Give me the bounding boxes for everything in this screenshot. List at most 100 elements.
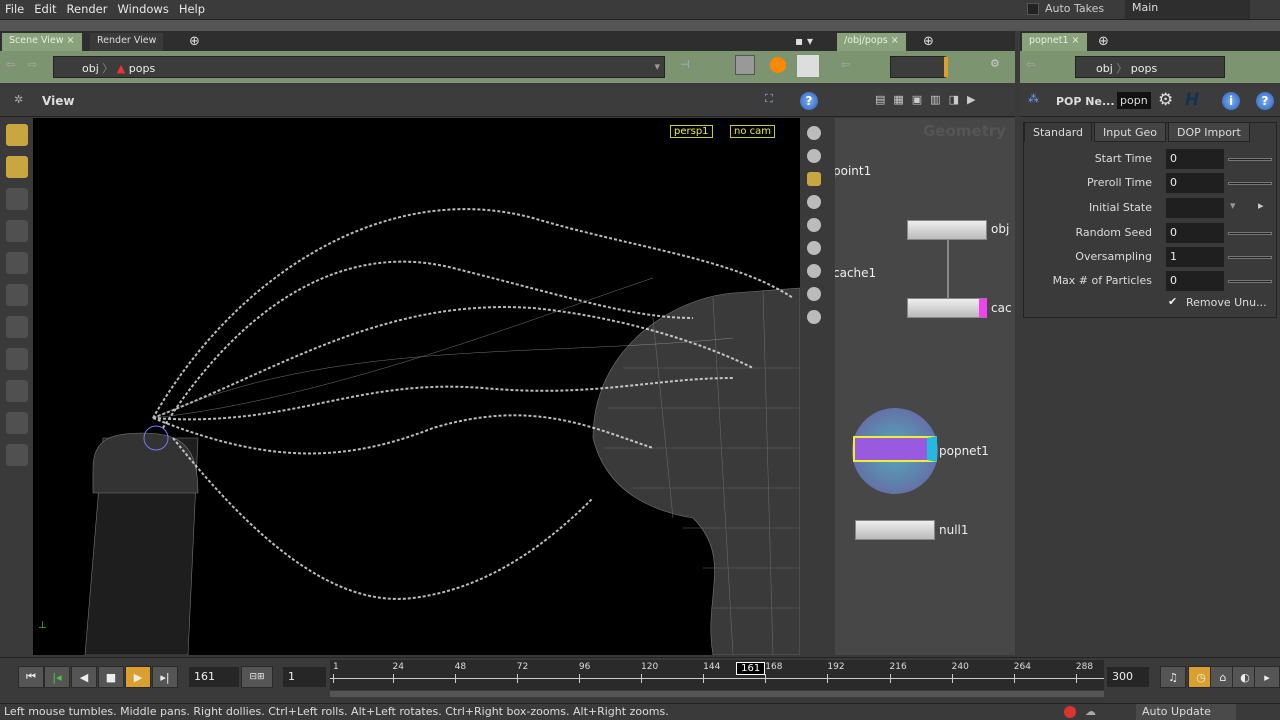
point-icon[interactable] <box>807 218 821 232</box>
magnet-red-icon[interactable] <box>5 412 28 434</box>
node-popnet[interactable] <box>853 436 937 462</box>
preroll-time-slider[interactable] <box>1228 182 1272 185</box>
error-icon[interactable] <box>1064 706 1076 718</box>
max-particles-slider[interactable] <box>1228 280 1272 283</box>
menu-help[interactable]: Help <box>174 0 210 18</box>
play-button[interactable]: ▶ <box>125 666 151 688</box>
take-select[interactable]: Main <box>1125 0 1250 19</box>
help-icon[interactable]: ? <box>800 92 818 110</box>
step-back-button[interactable]: |◂ <box>44 666 70 688</box>
sphere-tool-icon[interactable] <box>5 316 28 338</box>
camera-tool-icon[interactable] <box>5 444 28 466</box>
tab-params[interactable]: popnet1 × <box>1022 33 1087 51</box>
render-icon[interactable] <box>770 57 786 73</box>
gear-icon[interactable]: ⚙ <box>1158 90 1173 110</box>
jump-start-button[interactable]: ⏮ <box>18 666 44 688</box>
snapshot-icon[interactable] <box>807 310 821 324</box>
gear-icon[interactable]: ⚙ <box>990 57 1000 70</box>
maximize-icon[interactable]: ▪ ▾ <box>795 34 813 48</box>
range-scrollbar[interactable] <box>330 691 1104 697</box>
chevron-down-icon[interactable]: ▾ <box>654 60 660 73</box>
stop-button[interactable]: ■ <box>98 666 124 688</box>
add-tab-icon[interactable]: ⊕ <box>923 34 934 49</box>
add-tab-icon[interactable]: ⊕ <box>189 34 200 49</box>
operator-name-field[interactable]: popn <box>1117 92 1151 109</box>
options-icon[interactable]: ▸ <box>1254 666 1280 688</box>
paint-tool-icon[interactable] <box>5 348 28 370</box>
menu-file[interactable]: File <box>0 0 29 18</box>
path-obj[interactable]: obj <box>82 62 99 75</box>
max-particles-field[interactable]: 0 <box>1166 271 1224 291</box>
ghost-icon[interactable] <box>807 172 821 186</box>
axis-tool-icon[interactable] <box>5 380 28 402</box>
sphere-icon[interactable] <box>807 195 821 209</box>
step-field[interactable]: 1 <box>283 667 326 687</box>
oversampling-slider[interactable] <box>1228 256 1272 259</box>
info-icon[interactable]: i <box>1222 92 1240 110</box>
current-frame-field[interactable]: 161 <box>189 667 239 687</box>
tab-scene-view[interactable]: Scene View × <box>2 33 82 51</box>
select-tool-icon[interactable] <box>5 124 28 146</box>
menu-render[interactable]: Render <box>62 0 113 18</box>
add-tab-icon[interactable]: ⊕ <box>1098 34 1109 49</box>
network-editor[interactable]: Geometry point1 obj cache1 cac popnet1 n… <box>835 118 1015 655</box>
auto-update-select[interactable]: Auto Update <box>1136 704 1236 720</box>
light-icon[interactable] <box>807 149 821 163</box>
display-options-icon[interactable] <box>735 55 755 75</box>
path-obj[interactable]: obj <box>1096 62 1113 75</box>
preroll-time-field[interactable]: 0 <box>1166 173 1224 193</box>
pose-tool-icon[interactable] <box>5 188 28 210</box>
frame-ruler[interactable]: 1 24 48 72 96 120 144 168 192 216 240 264 288 161 <box>330 660 1104 690</box>
tab-network[interactable]: /obj/pops × <box>837 33 906 51</box>
menu-edit[interactable]: Edit <box>29 0 61 18</box>
network-tools-icon[interactable]: ▤▦▣▥◨▶ <box>875 93 983 106</box>
start-time-field[interactable]: 0 <box>1166 149 1224 169</box>
random-seed-slider[interactable] <box>1228 232 1272 235</box>
back-icon[interactable]: ⇦ <box>841 58 850 71</box>
tab-render-view[interactable]: Render View <box>90 33 164 51</box>
magnet-tool-icon[interactable] <box>5 284 28 306</box>
shading-icon[interactable] <box>807 126 821 140</box>
random-seed-field[interactable]: 0 <box>1166 223 1224 243</box>
end-frame-field[interactable]: 300 <box>1107 667 1149 687</box>
houdini-icon[interactable]: H <box>1185 90 1199 110</box>
path-bar[interactable]: obj 〉 pops <box>1075 56 1225 78</box>
arrow-tool-icon[interactable] <box>5 252 28 274</box>
tab-standard[interactable]: Standard <box>1024 122 1093 142</box>
path-pops[interactable]: pops <box>129 62 155 75</box>
node-obj[interactable] <box>907 220 987 240</box>
audio-icon[interactable]: ♫ <box>1160 666 1186 688</box>
tab-input-geo[interactable]: Input Geo <box>1094 122 1167 142</box>
node-chooser-icon[interactable]: ▸ <box>1258 199 1264 212</box>
start-time-slider[interactable] <box>1228 158 1272 161</box>
path-pops[interactable]: pops <box>1131 62 1157 75</box>
node-null[interactable] <box>855 520 935 540</box>
transform-tool-icon[interactable] <box>5 156 28 178</box>
initial-state-field[interactable] <box>1166 198 1224 218</box>
chevron-down-icon[interactable]: ▾ <box>1230 199 1236 212</box>
path-bar[interactable]: obj 〉 ▲ pops ▾ <box>53 56 665 78</box>
back-icon[interactable]: ⇦ <box>6 58 15 71</box>
back-icon[interactable]: ⇦ <box>1026 58 1035 71</box>
pin-icon[interactable]: ⊣ <box>680 58 690 71</box>
frame-stepper[interactable]: ⊟⊞ <box>241 666 273 688</box>
view-tool-icon[interactable]: ✲ <box>14 93 23 106</box>
current-frame-marker[interactable]: 161 <box>736 662 766 675</box>
node-cache[interactable] <box>907 298 987 318</box>
oversampling-field[interactable]: 1 <box>1166 247 1224 267</box>
wire-icon[interactable] <box>807 287 821 301</box>
handle-tool-icon[interactable] <box>5 220 28 242</box>
scene-viewport[interactable]: persp1 no cam ⊥ <box>33 118 800 655</box>
auto-takes-checkbox[interactable] <box>1027 3 1039 15</box>
normal-icon[interactable] <box>807 241 821 255</box>
menu-windows[interactable]: Windows <box>112 0 173 18</box>
step-forward-button[interactable]: ▸| <box>152 666 178 688</box>
snap-icon[interactable]: ⛶ <box>765 92 773 106</box>
background-icon[interactable] <box>797 55 819 77</box>
tab-dop-import[interactable]: DOP Import <box>1168 122 1250 142</box>
grid-icon[interactable] <box>807 264 821 278</box>
network-path[interactable] <box>890 56 948 78</box>
play-reverse-button[interactable]: ◀ <box>71 666 97 688</box>
forward-icon[interactable]: ⇨ <box>28 58 37 71</box>
checkmark-icon[interactable]: ✔ <box>1168 295 1177 308</box>
